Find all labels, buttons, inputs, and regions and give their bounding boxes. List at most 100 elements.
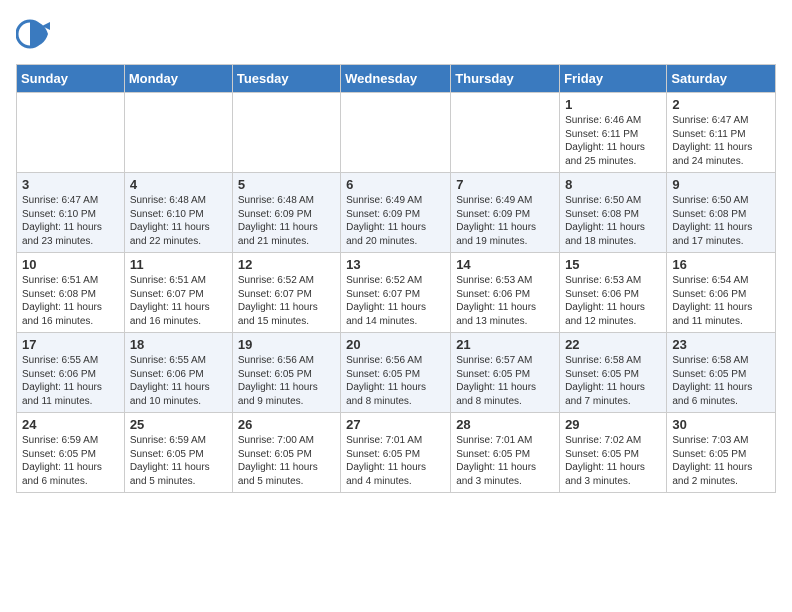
weekday-monday: Monday (124, 65, 232, 93)
day-info: Sunrise: 6:59 AM Sunset: 6:05 PM Dayligh… (22, 434, 119, 488)
day-info: Sunrise: 7:01 AM Sunset: 6:05 PM Dayligh… (346, 434, 445, 488)
weekday-thursday: Thursday (451, 65, 560, 93)
calendar-cell: 17 Sunrise: 6:55 AM Sunset: 6:06 PM Dayli… (17, 333, 125, 413)
calendar-cell: 24 Sunrise: 6:59 AM Sunset: 6:05 PM Dayli… (17, 413, 125, 493)
day-number: 21 (456, 337, 554, 352)
week-row-3: 10 Sunrise: 6:51 AM Sunset: 6:08 PM Dayli… (17, 253, 776, 333)
page: SundayMondayTuesdayWednesdayThursdayFrid… (0, 0, 792, 509)
calendar-cell: 12 Sunrise: 6:52 AM Sunset: 6:07 PM Dayli… (232, 253, 340, 333)
calendar-cell: 21 Sunrise: 6:57 AM Sunset: 6:05 PM Dayli… (451, 333, 560, 413)
weekday-sunday: Sunday (17, 65, 125, 93)
calendar-cell: 26Sunrise: 7:00 AM Sunset: 6:05 PM Dayli… (232, 413, 340, 493)
calendar-cell: 19 Sunrise: 6:56 AM Sunset: 6:05 PM Dayli… (232, 333, 340, 413)
calendar-cell (17, 93, 125, 173)
day-info: Sunrise: 6:51 AM Sunset: 6:08 PM Dayligh… (22, 274, 119, 328)
day-number: 4 (130, 177, 227, 192)
day-number: 11 (130, 257, 227, 272)
calendar-cell: 16 Sunrise: 6:54 AM Sunset: 6:06 PM Dayli… (667, 253, 776, 333)
logo (16, 16, 56, 52)
calendar-cell: 8 Sunrise: 6:50 AM Sunset: 6:08 PM Daylig… (560, 173, 667, 253)
day-number: 20 (346, 337, 445, 352)
day-number: 19 (238, 337, 335, 352)
day-number: 23 (672, 337, 770, 352)
calendar-cell: 13 Sunrise: 6:52 AM Sunset: 6:07 PM Dayli… (341, 253, 451, 333)
day-info: Sunrise: 6:49 AM Sunset: 6:09 PM Dayligh… (346, 194, 445, 248)
day-number: 18 (130, 337, 227, 352)
day-info: Sunrise: 6:50 AM Sunset: 6:08 PM Dayligh… (672, 194, 770, 248)
day-info: Sunrise: 7:03 AM Sunset: 6:05 PM Dayligh… (672, 434, 770, 488)
day-info: Sunrise: 6:52 AM Sunset: 6:07 PM Dayligh… (346, 274, 445, 328)
calendar-cell: 5Sunrise: 6:48 AM Sunset: 6:09 PM Daylig… (232, 173, 340, 253)
calendar-cell: 18 Sunrise: 6:55 AM Sunset: 6:06 PM Dayli… (124, 333, 232, 413)
calendar-cell (451, 93, 560, 173)
day-number: 17 (22, 337, 119, 352)
day-number: 14 (456, 257, 554, 272)
calendar-cell: 28 Sunrise: 7:01 AM Sunset: 6:05 PM Dayli… (451, 413, 560, 493)
calendar-cell: 20 Sunrise: 6:56 AM Sunset: 6:05 PM Dayli… (341, 333, 451, 413)
day-info: Sunrise: 6:59 AM Sunset: 6:05 PM Dayligh… (130, 434, 227, 488)
day-info: Sunrise: 6:46 AM Sunset: 6:11 PM Dayligh… (565, 114, 661, 168)
day-info: Sunrise: 6:48 AM Sunset: 6:10 PM Dayligh… (130, 194, 227, 248)
day-number: 27 (346, 417, 445, 432)
day-number: 29 (565, 417, 661, 432)
day-info: Sunrise: 6:56 AM Sunset: 6:05 PM Dayligh… (346, 354, 445, 408)
calendar-cell: 30Sunrise: 7:03 AM Sunset: 6:05 PM Dayli… (667, 413, 776, 493)
day-number: 26 (238, 417, 335, 432)
day-info: Sunrise: 6:58 AM Sunset: 6:05 PM Dayligh… (672, 354, 770, 408)
day-number: 12 (238, 257, 335, 272)
day-info: Sunrise: 6:51 AM Sunset: 6:07 PM Dayligh… (130, 274, 227, 328)
calendar-cell: 27 Sunrise: 7:01 AM Sunset: 6:05 PM Dayli… (341, 413, 451, 493)
calendar-cell: 2Sunrise: 6:47 AM Sunset: 6:11 PM Daylig… (667, 93, 776, 173)
calendar-cell: 25 Sunrise: 6:59 AM Sunset: 6:05 PM Dayli… (124, 413, 232, 493)
day-number: 22 (565, 337, 661, 352)
day-info: Sunrise: 6:54 AM Sunset: 6:06 PM Dayligh… (672, 274, 770, 328)
weekday-saturday: Saturday (667, 65, 776, 93)
day-number: 8 (565, 177, 661, 192)
calendar-cell: 1Sunrise: 6:46 AM Sunset: 6:11 PM Daylig… (560, 93, 667, 173)
day-number: 24 (22, 417, 119, 432)
calendar-cell: 11 Sunrise: 6:51 AM Sunset: 6:07 PM Dayli… (124, 253, 232, 333)
calendar-cell: 6Sunrise: 6:49 AM Sunset: 6:09 PM Daylig… (341, 173, 451, 253)
weekday-tuesday: Tuesday (232, 65, 340, 93)
day-info: Sunrise: 6:50 AM Sunset: 6:08 PM Dayligh… (565, 194, 661, 248)
week-row-1: 1Sunrise: 6:46 AM Sunset: 6:11 PM Daylig… (17, 93, 776, 173)
day-info: Sunrise: 6:58 AM Sunset: 6:05 PM Dayligh… (565, 354, 661, 408)
day-number: 9 (672, 177, 770, 192)
calendar-cell: 7 Sunrise: 6:49 AM Sunset: 6:09 PM Daylig… (451, 173, 560, 253)
day-info: Sunrise: 6:55 AM Sunset: 6:06 PM Dayligh… (130, 354, 227, 408)
day-info: Sunrise: 7:01 AM Sunset: 6:05 PM Dayligh… (456, 434, 554, 488)
calendar: SundayMondayTuesdayWednesdayThursdayFrid… (16, 64, 776, 493)
day-number: 28 (456, 417, 554, 432)
day-number: 16 (672, 257, 770, 272)
weekday-friday: Friday (560, 65, 667, 93)
day-number: 25 (130, 417, 227, 432)
calendar-cell (341, 93, 451, 173)
day-info: Sunrise: 6:49 AM Sunset: 6:09 PM Dayligh… (456, 194, 554, 248)
week-row-4: 17 Sunrise: 6:55 AM Sunset: 6:06 PM Dayli… (17, 333, 776, 413)
calendar-cell: 14 Sunrise: 6:53 AM Sunset: 6:06 PM Dayli… (451, 253, 560, 333)
day-number: 13 (346, 257, 445, 272)
week-row-5: 24 Sunrise: 6:59 AM Sunset: 6:05 PM Dayli… (17, 413, 776, 493)
day-info: Sunrise: 6:53 AM Sunset: 6:06 PM Dayligh… (456, 274, 554, 328)
calendar-cell: 23 Sunrise: 6:58 AM Sunset: 6:05 PM Dayli… (667, 333, 776, 413)
calendar-cell: 29 Sunrise: 7:02 AM Sunset: 6:05 PM Dayli… (560, 413, 667, 493)
calendar-cell (232, 93, 340, 173)
weekday-wednesday: Wednesday (341, 65, 451, 93)
day-info: Sunrise: 6:57 AM Sunset: 6:05 PM Dayligh… (456, 354, 554, 408)
day-info: Sunrise: 6:56 AM Sunset: 6:05 PM Dayligh… (238, 354, 335, 408)
day-info: Sunrise: 6:52 AM Sunset: 6:07 PM Dayligh… (238, 274, 335, 328)
calendar-cell: 3Sunrise: 6:47 AM Sunset: 6:10 PM Daylig… (17, 173, 125, 253)
day-info: Sunrise: 6:55 AM Sunset: 6:06 PM Dayligh… (22, 354, 119, 408)
day-info: Sunrise: 7:02 AM Sunset: 6:05 PM Dayligh… (565, 434, 661, 488)
header (16, 16, 776, 52)
calendar-cell (124, 93, 232, 173)
calendar-cell: 4 Sunrise: 6:48 AM Sunset: 6:10 PM Daylig… (124, 173, 232, 253)
calendar-cell: 9 Sunrise: 6:50 AM Sunset: 6:08 PM Daylig… (667, 173, 776, 253)
week-row-2: 3Sunrise: 6:47 AM Sunset: 6:10 PM Daylig… (17, 173, 776, 253)
day-number: 7 (456, 177, 554, 192)
day-number: 10 (22, 257, 119, 272)
weekday-header: SundayMondayTuesdayWednesdayThursdayFrid… (17, 65, 776, 93)
day-info: Sunrise: 6:53 AM Sunset: 6:06 PM Dayligh… (565, 274, 661, 328)
day-number: 5 (238, 177, 335, 192)
logo-icon (16, 16, 52, 52)
